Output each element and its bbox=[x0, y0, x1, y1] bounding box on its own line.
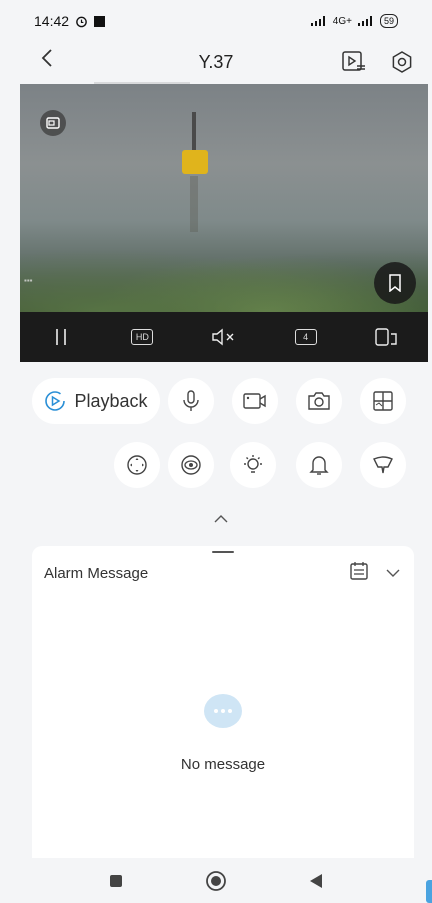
fullscreen-icon[interactable] bbox=[40, 110, 66, 136]
top-bar: Y.37 bbox=[0, 42, 432, 82]
signal-icon-2 bbox=[357, 16, 372, 26]
empty-message: No message bbox=[180, 756, 266, 773]
playback-label: Playback bbox=[74, 390, 148, 411]
sound-button[interactable] bbox=[360, 442, 406, 488]
ptz-button[interactable] bbox=[114, 442, 160, 488]
nav-home-icon[interactable] bbox=[205, 870, 227, 892]
alarm-title: Alarm Message bbox=[44, 565, 149, 582]
back-arrow-icon[interactable] bbox=[40, 48, 54, 74]
video-buoy bbox=[182, 150, 208, 174]
camera-icon bbox=[308, 392, 330, 410]
alarm-clock-icon bbox=[76, 16, 87, 27]
video-reeds bbox=[20, 232, 428, 312]
multi-view-icon bbox=[373, 391, 393, 411]
ptz-icon bbox=[127, 455, 147, 475]
alarm-message-panel: Alarm Message No message bbox=[32, 546, 414, 858]
calendar-icon[interactable] bbox=[350, 562, 368, 585]
status-right: 4G+ 59 bbox=[310, 14, 398, 28]
chat-icon bbox=[204, 694, 242, 728]
mute-icon[interactable] bbox=[206, 322, 242, 352]
record-video-button[interactable] bbox=[232, 378, 278, 424]
microphone-button[interactable] bbox=[168, 378, 214, 424]
split-screen-icon[interactable]: 4 bbox=[288, 322, 324, 352]
network-type: 4G+ bbox=[332, 15, 352, 27]
playlist-icon[interactable] bbox=[340, 48, 368, 76]
status-time: 14:42 bbox=[34, 13, 70, 29]
edge-tab[interactable] bbox=[426, 880, 432, 903]
chevron-up-icon[interactable] bbox=[214, 510, 228, 528]
pause-icon[interactable] bbox=[43, 322, 79, 352]
sound-icon bbox=[373, 456, 393, 474]
video-pole bbox=[192, 112, 196, 154]
hd-icon[interactable]: HD bbox=[124, 322, 160, 352]
quality-label: HD bbox=[131, 329, 154, 345]
eye-icon bbox=[181, 455, 201, 475]
alarm-bell-button[interactable] bbox=[296, 442, 342, 488]
settings-icon[interactable] bbox=[388, 48, 416, 76]
light-button[interactable] bbox=[230, 442, 276, 488]
bell-icon bbox=[309, 456, 329, 475]
signal-icon bbox=[310, 16, 325, 26]
multi-view-button[interactable] bbox=[360, 378, 406, 424]
drag-handle[interactable] bbox=[212, 551, 234, 553]
notification-square-icon bbox=[94, 15, 106, 27]
battery-level: 59 bbox=[379, 14, 398, 28]
system-nav-bar bbox=[0, 858, 432, 903]
nav-back-icon[interactable] bbox=[309, 873, 323, 889]
status-bar: 14:42 4G+ 59 bbox=[0, 0, 432, 42]
video-control-bar: HD 4 bbox=[20, 312, 428, 362]
live-video-view[interactable]: ▪▪▪ bbox=[20, 84, 428, 312]
playback-icon bbox=[45, 391, 66, 411]
microphone-icon bbox=[183, 390, 199, 411]
video-watermark: ▪▪▪ bbox=[24, 276, 33, 285]
nav-recents-icon[interactable] bbox=[109, 874, 123, 888]
snapshot-button[interactable] bbox=[296, 378, 342, 424]
page-title: Y.37 bbox=[198, 51, 234, 72]
light-icon bbox=[244, 455, 262, 473]
chevron-down-icon[interactable] bbox=[386, 565, 400, 583]
top-bar-actions bbox=[340, 48, 416, 76]
rotate-screen-icon[interactable] bbox=[369, 322, 405, 352]
video-reflection bbox=[190, 176, 198, 232]
playback-button[interactable]: Playback bbox=[32, 378, 160, 424]
view-button[interactable] bbox=[168, 442, 214, 488]
alarm-actions bbox=[350, 562, 400, 585]
function-row-1: Playback bbox=[32, 376, 412, 426]
split-count: 4 bbox=[294, 329, 317, 345]
status-left: 14:42 bbox=[34, 13, 106, 29]
bookmark-icon[interactable] bbox=[374, 262, 416, 304]
record-video-icon bbox=[243, 393, 266, 409]
